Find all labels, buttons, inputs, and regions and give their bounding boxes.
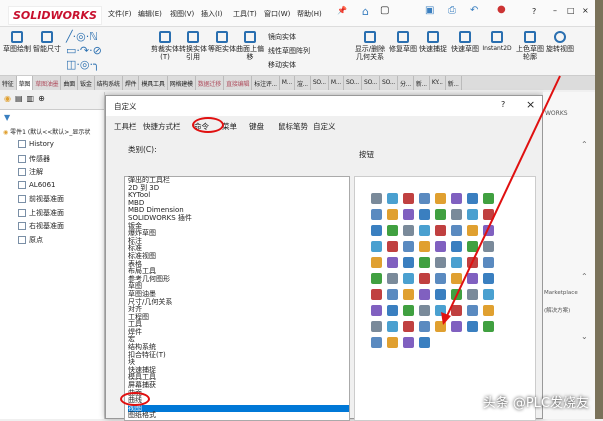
arrow-head <box>441 312 451 325</box>
annotation-arrow <box>441 75 561 325</box>
watermark: 头条 @PLC发烧友 <box>482 396 589 411</box>
arrow-line <box>445 75 561 319</box>
